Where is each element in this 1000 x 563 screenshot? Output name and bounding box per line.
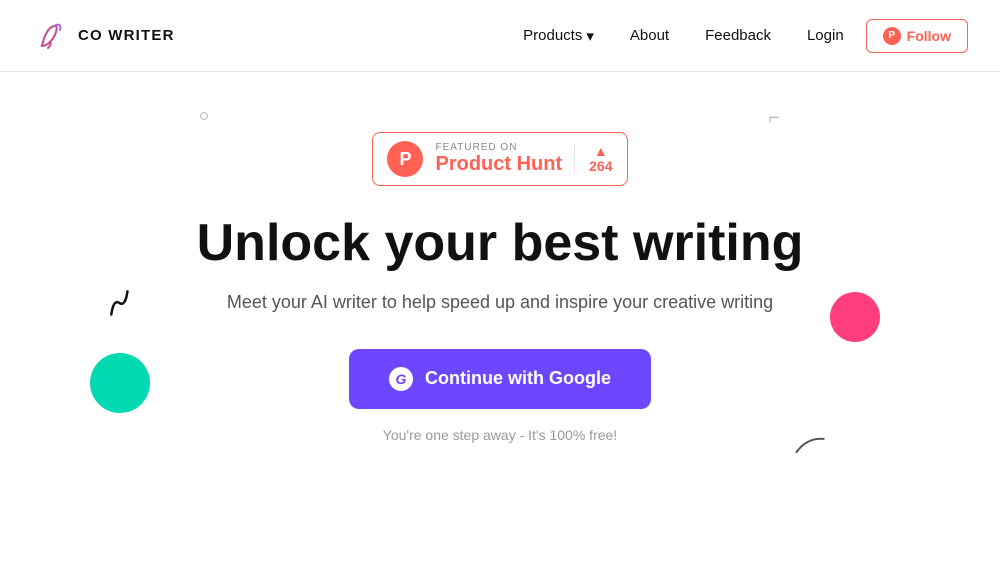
cta-label: Continue with Google — [425, 368, 611, 389]
nav-login[interactable]: Login — [793, 19, 858, 52]
ph-badge-icon: P — [387, 141, 423, 177]
nav-feedback[interactable]: Feedback — [691, 19, 785, 52]
product-hunt-badge[interactable]: P FEATURED ON Product Hunt ▲ 264 — [372, 132, 627, 186]
ph-badge-text: FEATURED ON Product Hunt — [435, 142, 562, 176]
chevron-down-icon: ▾ — [586, 27, 594, 45]
nav-products[interactable]: Products ▾ — [509, 19, 608, 53]
deco-squiggle — [95, 273, 154, 339]
logo-area[interactable]: CO WRITER — [32, 18, 175, 54]
deco-angle: ⌐ — [768, 107, 780, 130]
navbar: CO WRITER Products ▾ About Feedback Logi… — [0, 0, 1000, 72]
logo-text: CO WRITER — [78, 27, 175, 44]
nav-links: Products ▾ About Feedback Login P Follow — [509, 19, 968, 53]
main-content: ⌐ P FEATURED ON Product Hunt ▲ 264 Unloc… — [0, 72, 1000, 443]
free-label: You're one step away - It's 100% free! — [383, 427, 617, 443]
ph-votes-count: 264 — [589, 158, 612, 174]
deco-slash — [787, 426, 833, 464]
ph-icon: P — [883, 27, 901, 45]
ph-votes-arrow: ▲ — [594, 144, 608, 158]
logo-icon — [32, 18, 68, 54]
ph-votes: ▲ 264 — [574, 144, 612, 174]
deco-circle — [200, 112, 208, 120]
main-headline: Unlock your best writing — [197, 214, 804, 274]
deco-teal-circle — [90, 353, 150, 413]
nav-about[interactable]: About — [616, 19, 683, 52]
ph-featured-label: FEATURED ON — [435, 142, 562, 153]
cta-button[interactable]: G Continue with Google — [349, 349, 651, 409]
subheadline: Meet your AI writer to help speed up and… — [227, 292, 773, 313]
deco-pink-circle — [830, 292, 880, 342]
follow-button[interactable]: P Follow — [866, 19, 968, 53]
google-icon: G — [389, 367, 413, 391]
ph-name: Product Hunt — [435, 153, 562, 176]
